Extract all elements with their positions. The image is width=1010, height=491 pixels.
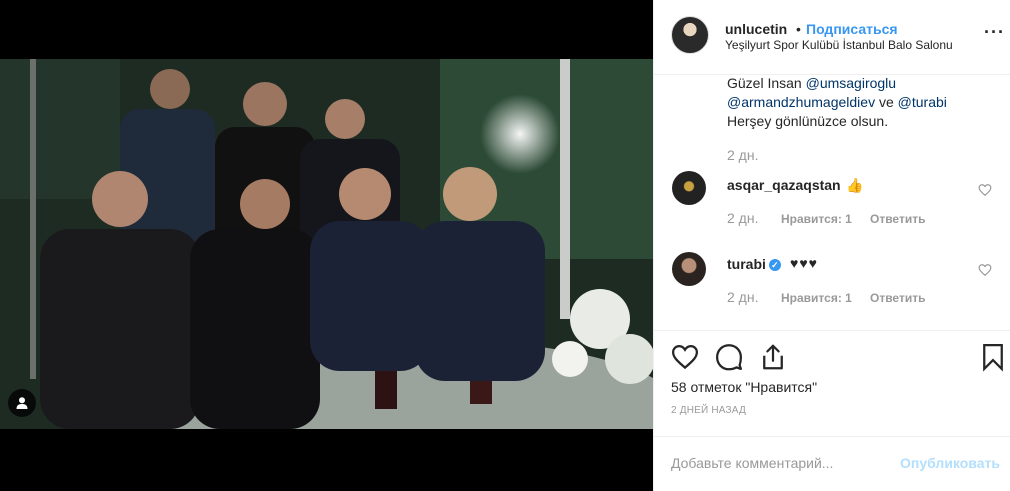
comment-input[interactable]: [671, 453, 891, 473]
follow-button[interactable]: Подписаться: [806, 21, 898, 37]
user-tags-button[interactable]: [8, 389, 36, 417]
commenter-avatar[interactable]: [672, 252, 706, 286]
mention-link[interactable]: @armandzhumageldiev: [727, 94, 875, 110]
commenter-avatar[interactable]: [672, 171, 706, 205]
mention-link[interactable]: @umsagiroglu: [806, 75, 896, 91]
comment-bubble-icon[interactable]: [714, 342, 744, 372]
like-comment-heart-icon[interactable]: [978, 263, 992, 277]
post-header: unlucetin • Подписаться Yeşilyurt Spor K…: [654, 0, 1010, 75]
like-comment-heart-icon[interactable]: [978, 183, 992, 197]
post-location[interactable]: Yeşilyurt Spor Kulübü İstanbul Balo Salo…: [725, 38, 953, 52]
header-separator: •: [796, 21, 801, 37]
add-comment-section: Опубликовать: [654, 436, 1010, 491]
more-options-icon[interactable]: ···: [984, 22, 1005, 43]
comment-text: ♥♥♥: [790, 255, 818, 271]
author-username[interactable]: unlucetin: [725, 21, 787, 37]
comment-likes[interactable]: Нравится: 1: [781, 291, 852, 305]
group-photo-illustration: [0, 59, 653, 429]
comment-text: 👍: [846, 177, 864, 193]
comment-likes[interactable]: Нравится: 1: [781, 212, 852, 226]
save-bookmark-icon[interactable]: [978, 342, 1008, 372]
verified-badge-icon: ✓: [768, 259, 781, 271]
comment-timestamp[interactable]: 2 дн.: [727, 289, 758, 305]
share-icon[interactable]: [758, 342, 788, 372]
author-avatar[interactable]: [671, 16, 709, 54]
post-actions-bar: [654, 330, 1010, 380]
person-icon: [16, 397, 28, 409]
commenter-username[interactable]: turabi ✓: [727, 256, 781, 272]
post-media: [0, 0, 653, 491]
caption-text-prefix: Güzel Insan: [727, 75, 806, 91]
post-details-panel: unlucetin • Подписаться Yeşilyurt Spor K…: [653, 0, 1010, 491]
like-heart-icon[interactable]: [670, 342, 700, 372]
reply-button[interactable]: Ответить: [870, 291, 925, 305]
caption-text-mid: ve: [875, 94, 898, 110]
publish-button[interactable]: Опубликовать: [900, 455, 1000, 471]
likes-count[interactable]: 58 отметок "Нравится": [671, 379, 817, 395]
caption-timestamp[interactable]: 2 дн.: [727, 147, 758, 163]
post-caption: Güzel Insan @umsagiroglu @armandzhumagel…: [727, 74, 997, 131]
post-date[interactable]: 2 ДНЕЙ НАЗАД: [671, 405, 746, 416]
post-photo[interactable]: [0, 59, 653, 429]
commenter-username[interactable]: asqar_qazaqstan: [727, 177, 841, 193]
commenter-username-text: turabi: [727, 256, 766, 272]
caption-text-suffix: Herşey gönlünüzce olsun.: [727, 113, 889, 129]
reply-button[interactable]: Ответить: [870, 212, 925, 226]
comment-timestamp[interactable]: 2 дн.: [727, 210, 758, 226]
mention-link[interactable]: @turabi: [898, 94, 947, 110]
